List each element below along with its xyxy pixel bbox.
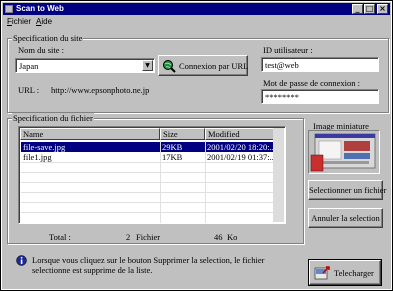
info-icon <box>16 255 27 266</box>
file-size-cell: 17KB <box>162 152 183 162</box>
file-size-cell: 29KB <box>162 142 183 152</box>
upload-button[interactable]: Telecharger <box>308 259 382 286</box>
total-count-unit: Fichier <box>136 232 161 242</box>
table-row[interactable]: file-save.jpg 29KB 2001/02/20 18:20:... <box>21 142 273 152</box>
file-name-cell: file1.jpg <box>23 152 52 162</box>
column-header-name[interactable]: Name <box>20 128 160 140</box>
select-file-button[interactable]: Selectionner un fichier <box>308 180 387 200</box>
file-list[interactable]: Name Size Modified file-save.jpg 29KB 20… <box>18 126 286 224</box>
site-name-value: Japan <box>19 61 39 71</box>
column-header-size[interactable]: Size <box>160 128 205 140</box>
password-input[interactable]: ******** <box>261 89 379 104</box>
total-size-unit: Ko <box>227 232 238 242</box>
main-window: Scan to Web _ □ × Fichier Aide Specifica… <box>1 1 392 290</box>
column-header-modified[interactable]: Modified <box>205 128 275 140</box>
minimize-icon: _ <box>355 4 360 13</box>
menu-bar: Fichier Aide <box>3 16 390 27</box>
upload-icon <box>314 266 330 280</box>
menu-help[interactable]: Aide <box>36 17 52 26</box>
chevron-down-icon[interactable]: ▼ <box>142 60 153 71</box>
grid-line <box>205 141 206 223</box>
table-row[interactable]: file1.jpg 17KB 2001/02/19 01:37:... <box>21 152 273 162</box>
grid-line <box>21 182 273 183</box>
password-label: Mot de passe de connexion : <box>263 78 361 88</box>
info-message: Lorsque vous cliquez sur le bouton Suppr… <box>32 255 265 275</box>
total-size: 46 <box>214 232 223 242</box>
select-file-label: Selectionner un fichier <box>309 185 387 195</box>
menu-file[interactable]: Fichier <box>7 17 31 26</box>
file-modified-cell: 2001/02/20 18:20:... <box>207 142 273 152</box>
url-value: http://www.epsonphoto.ne.jp <box>51 85 150 95</box>
maximize-icon: □ <box>365 4 374 13</box>
user-id-value: test@web <box>265 60 299 70</box>
user-id-label: ID utilisateur : <box>263 45 313 55</box>
total-count: 2 <box>126 232 131 242</box>
cancel-selection-button[interactable]: Annuler la selection <box>308 208 383 228</box>
thumbnail-frame <box>308 130 380 174</box>
site-group-label: Specification du site <box>12 33 84 43</box>
window-title: Scan to Web <box>16 4 64 13</box>
grid-line <box>21 212 273 213</box>
maximize-button[interactable]: □ <box>364 4 375 14</box>
grid-line <box>21 172 273 173</box>
file-group-label: Specification du fichier <box>12 113 94 123</box>
close-button[interactable]: × <box>377 4 388 14</box>
grid-line <box>21 202 273 203</box>
app-icon <box>5 5 13 13</box>
connect-url-label: Connexion par URL <box>179 61 249 71</box>
close-icon: × <box>379 4 386 13</box>
url-label: URL : <box>18 85 40 95</box>
vertical-scrollbar[interactable] <box>273 128 284 222</box>
user-id-input[interactable]: test@web <box>261 57 379 72</box>
title-bar[interactable]: Scan to Web _ □ × <box>3 3 390 15</box>
thumbnail-image <box>310 133 376 172</box>
grid-line <box>21 162 273 163</box>
file-name-cell: file-save.jpg <box>23 142 66 152</box>
upload-label: Telecharger <box>334 268 374 278</box>
magnifier-globe-icon <box>163 60 176 73</box>
grid-line <box>160 141 161 223</box>
minimize-button[interactable]: _ <box>352 4 363 14</box>
connect-url-button[interactable]: Connexion par URL <box>158 55 248 76</box>
cancel-selection-label: Annuler la selection <box>311 213 380 223</box>
grid-line <box>21 192 273 193</box>
site-name-label: Nom du site : <box>18 45 65 55</box>
file-modified-cell: 2001/02/19 01:37:... <box>207 152 273 162</box>
site-name-select[interactable]: Japan ▼ <box>15 58 155 73</box>
password-value: ******** <box>265 92 299 102</box>
total-label: Total : <box>49 232 71 242</box>
